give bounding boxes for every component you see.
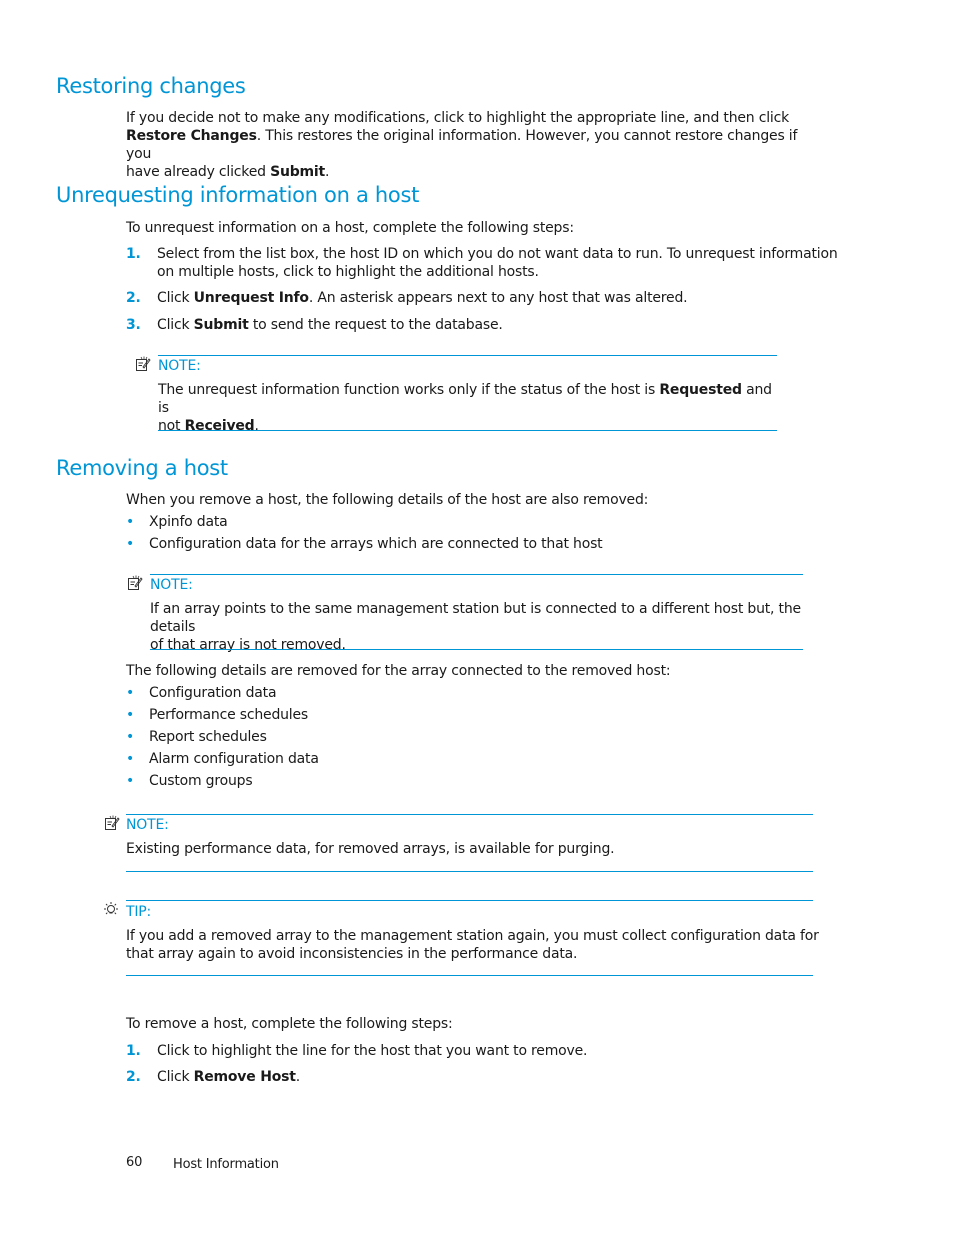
bold-requested: Requested (659, 382, 742, 398)
heading-unrequesting: Unrequesting information on a host (56, 183, 420, 207)
bold-received: Received (184, 418, 255, 434)
bullet-text: Custom groups (149, 773, 253, 789)
unrequesting-intro: To unrequest information on a host, comp… (126, 220, 574, 236)
bullet-text: Configuration data for the arrays which … (149, 536, 603, 552)
bullet-icon: • (126, 514, 135, 530)
step-text: Select from the list box, the host ID on… (157, 246, 838, 262)
text: . (325, 164, 330, 180)
removing-intro-2: The following details are removed for th… (126, 663, 671, 679)
text: of that array is not removed. (150, 637, 346, 653)
text: If you add a removed array to the manage… (126, 928, 819, 944)
tip-bottom-rule (126, 975, 813, 976)
bold-unrequest-info: Unrequest Info (193, 290, 309, 306)
text: If an array points to the same managemen… (150, 601, 801, 635)
bullet-item: • Configuration data for the arrays whic… (126, 535, 603, 553)
removing-intro: When you remove a host, the following de… (126, 492, 649, 508)
step-number: 1. (126, 246, 141, 262)
bullet-icon: • (126, 685, 135, 701)
text: to send the request to the database. (248, 317, 503, 333)
bullet-icon: • (126, 773, 135, 789)
restoring-paragraph: If you decide not to make any modificati… (126, 109, 826, 181)
bullet-icon: • (126, 536, 135, 552)
bullet-text: Configuration data (149, 685, 277, 701)
heading-removing-host: Removing a host (56, 456, 228, 480)
step-number: 2. (126, 1069, 141, 1085)
bullet-item: • Report schedules (126, 728, 267, 746)
text: Click (157, 317, 194, 333)
bold-submit: Submit (193, 317, 249, 333)
note-label: NOTE: (126, 817, 169, 833)
text: If you decide not to make any modificati… (126, 110, 789, 126)
bullet-icon: • (126, 751, 135, 767)
lightbulb-icon (102, 901, 120, 923)
note-label: NOTE: (158, 358, 201, 374)
step-number: 3. (126, 317, 141, 333)
note-pencil-icon (104, 815, 120, 835)
tip-text: If you add a removed array to the manage… (126, 927, 826, 963)
bullet-item: • Xpinfo data (126, 513, 228, 531)
unrequest-step-2: 2. Click Unrequest Info. An asterisk app… (126, 289, 846, 307)
bullet-item: • Alarm configuration data (126, 750, 319, 768)
text: that array again to avoid inconsistencie… (126, 946, 578, 962)
remove-step-2: 2. Click Remove Host. (126, 1068, 846, 1086)
unrequest-step-1: 1. Select from the list box, the host ID… (126, 245, 846, 281)
page-number: 60 (126, 1155, 143, 1170)
note-text: The unrequest information function works… (158, 381, 778, 435)
note-bottom-rule (158, 430, 777, 431)
bullet-icon: • (126, 707, 135, 723)
note-text: Existing performance data, for removed a… (126, 841, 615, 857)
remove-step-1: 1. Click to highlight the line for the h… (126, 1042, 846, 1060)
unrequest-step-3: 3. Click Submit to send the request to t… (126, 316, 846, 334)
note-top-rule (126, 814, 813, 815)
text: . (295, 1069, 301, 1085)
text: have already clicked (126, 164, 271, 180)
step-number: 2. (126, 290, 141, 306)
heading-restoring-changes: Restoring changes (56, 74, 246, 98)
note-text: If an array points to the same managemen… (150, 600, 820, 654)
note-pencil-icon (135, 356, 151, 376)
step-text: Click to highlight the line for the host… (157, 1043, 588, 1059)
bullet-icon: • (126, 729, 135, 745)
note-bottom-rule (126, 871, 813, 872)
bullet-item: • Configuration data (126, 684, 277, 702)
note-label: NOTE: (150, 577, 193, 593)
note-pencil-icon (127, 575, 143, 595)
bullet-text: Xpinfo data (149, 514, 228, 530)
bold-submit: Submit (270, 164, 326, 180)
bullet-text: Report schedules (149, 729, 267, 745)
footer-chapter: Host Information (173, 1157, 279, 1172)
text: Click (157, 1069, 194, 1085)
text: . An asterisk appears next to any host t… (308, 290, 688, 306)
bullet-text: Performance schedules (149, 707, 309, 723)
step-number: 1. (126, 1043, 141, 1059)
text: The unrequest information function works… (158, 382, 660, 398)
note-bottom-rule (150, 649, 803, 650)
tip-top-rule (126, 900, 813, 901)
bold-restore-changes: Restore Changes (126, 128, 257, 144)
text: Click (157, 290, 194, 306)
step-text: on multiple hosts, click to highlight th… (157, 264, 539, 280)
bold-remove-host: Remove Host (193, 1069, 296, 1085)
tip-label: TIP: (126, 904, 152, 920)
text: . (254, 418, 259, 434)
note-top-rule (150, 574, 803, 575)
note-top-rule (158, 355, 777, 356)
removing-intro-3: To remove a host, complete the following… (126, 1016, 453, 1032)
bullet-item: • Performance schedules (126, 706, 308, 724)
text: not (158, 418, 185, 434)
bullet-text: Alarm configuration data (149, 751, 319, 767)
bullet-item: • Custom groups (126, 772, 253, 790)
